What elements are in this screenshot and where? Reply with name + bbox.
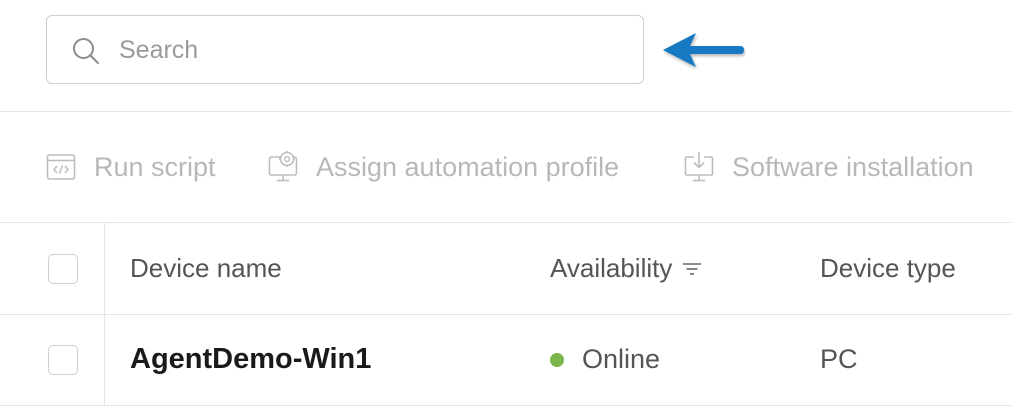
software-installation-button[interactable]: Software installation: [684, 149, 974, 185]
select-all-checkbox[interactable]: [48, 254, 78, 284]
table-header: Device name Availability Device type: [0, 223, 1012, 315]
filter-icon[interactable]: [682, 262, 702, 276]
assign-automation-profile-button[interactable]: Assign automation profile: [268, 149, 619, 185]
column-header-device-name[interactable]: Device name: [130, 253, 282, 284]
online-status-dot: [550, 352, 564, 367]
row-checkbox[interactable]: [48, 345, 78, 375]
assign-automation-profile-label: Assign automation profile: [316, 151, 620, 182]
column-header-device-type[interactable]: Device type: [820, 253, 956, 284]
monitor-download-icon: [684, 152, 714, 182]
run-script-button[interactable]: Run script: [46, 149, 216, 185]
actions-toolbar: Run script Assign automation profile Sof…: [0, 111, 1012, 223]
software-installation-label: Software installation: [732, 151, 974, 182]
column-divider: [104, 315, 105, 405]
device-type-cell: PC: [820, 344, 858, 374]
column-header-availability[interactable]: Availability: [550, 253, 702, 284]
pointer-arrow-icon: [663, 33, 744, 67]
search-section: [0, 0, 1012, 112]
device-name-cell[interactable]: AgentDemo-Win1: [130, 343, 371, 376]
run-script-label: Run script: [94, 151, 216, 182]
availability-text: Online: [582, 344, 661, 374]
table-row[interactable]: AgentDemo-Win1 Online PC: [0, 315, 1012, 406]
search-input[interactable]: [119, 34, 619, 66]
search-icon: [73, 38, 99, 64]
search-box[interactable]: [46, 15, 644, 84]
column-divider: [104, 223, 105, 314]
availability-cell: Online: [550, 344, 660, 375]
monitor-gear-icon: [268, 151, 298, 182]
code-window-icon: [46, 154, 76, 180]
